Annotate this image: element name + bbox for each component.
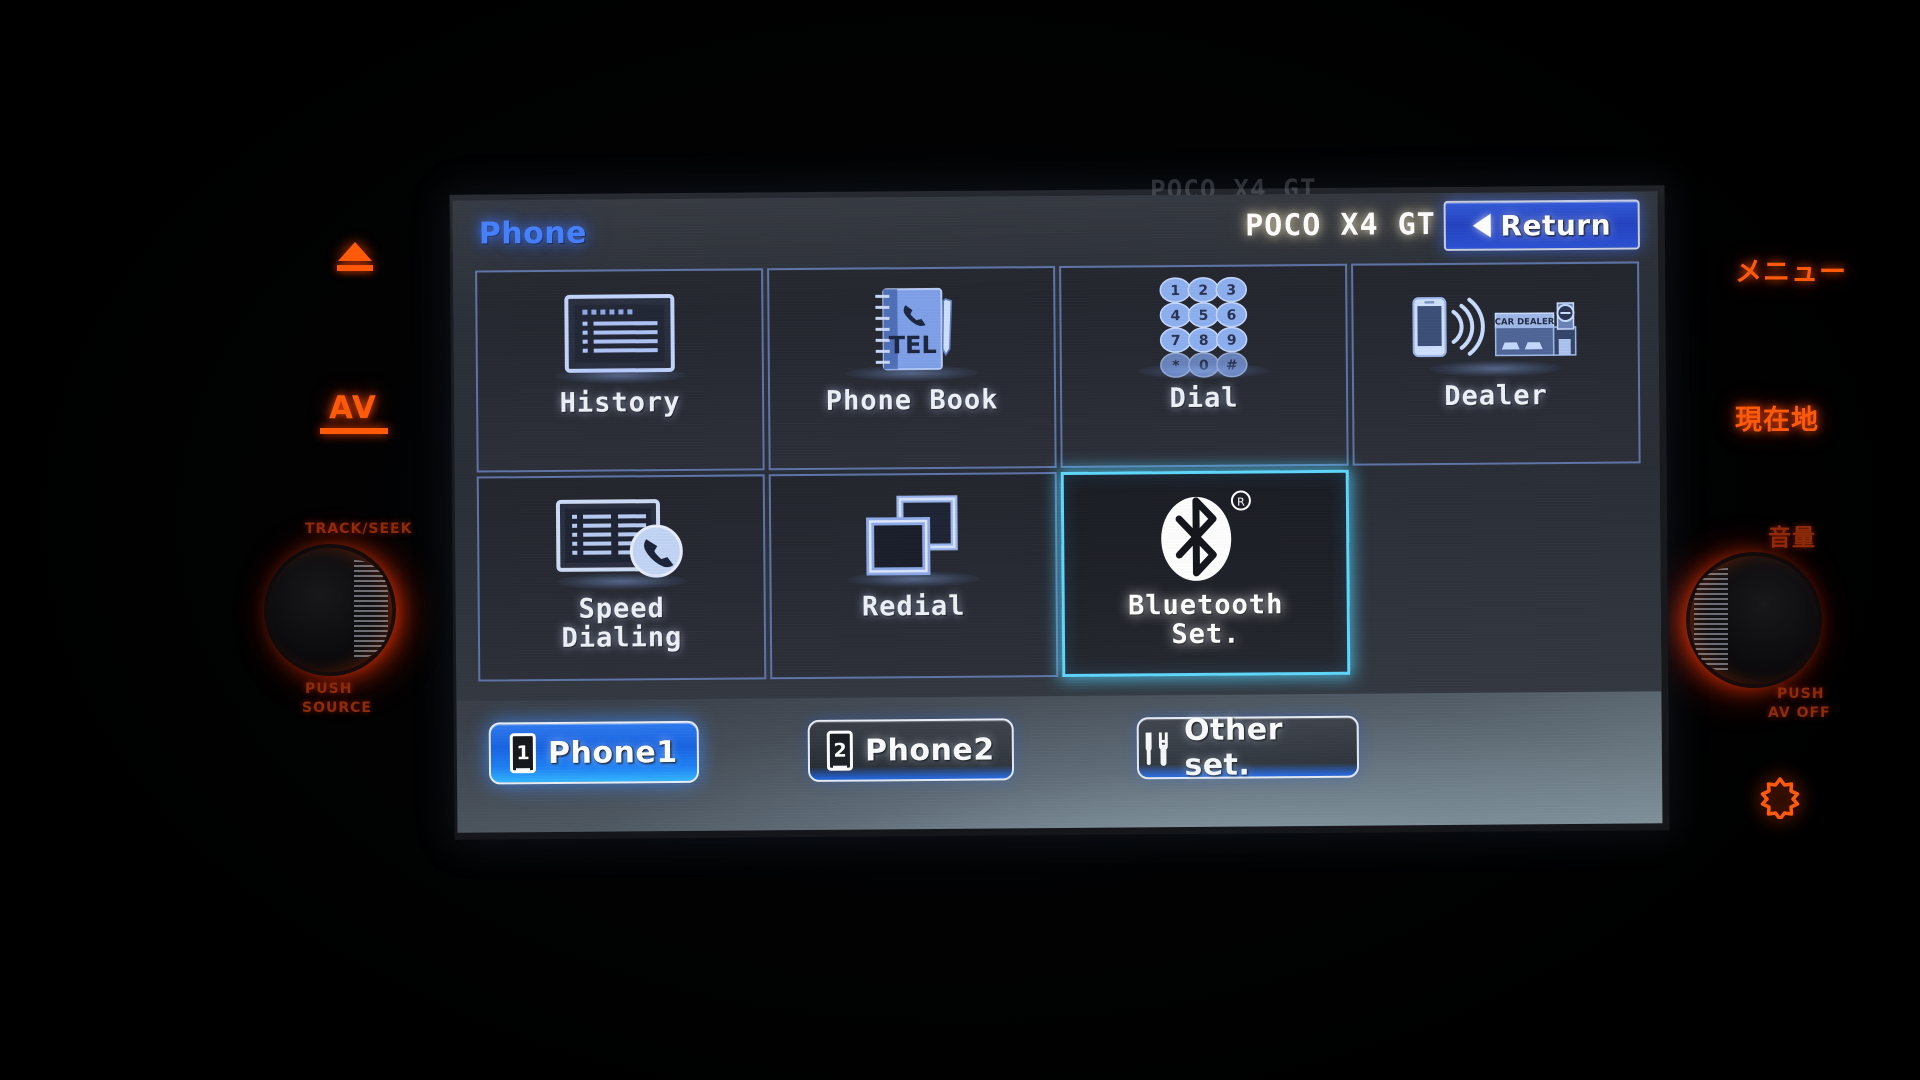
bluetooth-icon: R xyxy=(1064,473,1347,593)
phone1-badge-icon: 1 xyxy=(509,733,537,774)
head-unit-photo: AV TRACK/SEEK PUSH SOURCE メニュー 現在地 音量 PU… xyxy=(0,0,1920,1080)
svg-text:3: 3 xyxy=(1226,283,1236,299)
tile-speed-dialing[interactable]: Speed Dialing xyxy=(476,474,767,682)
svg-text:*: * xyxy=(1172,358,1180,374)
phone2-button[interactable]: 2 Phone2 xyxy=(807,718,1015,782)
svg-text:4: 4 xyxy=(1171,308,1181,324)
phone2-badge-icon: 2 xyxy=(826,730,854,771)
phone1-label: Phone1 xyxy=(547,734,678,771)
push-avoff-label: AV OFF xyxy=(1768,705,1831,721)
speed-dial-icon xyxy=(479,476,764,596)
other-set-label: Other set. xyxy=(1183,712,1284,784)
tile-dial[interactable]: 1 2 3 4 5 6 7 8 9 * 0 # Dial xyxy=(1059,263,1349,468)
push-source-push-label: PUSH xyxy=(305,681,353,697)
connected-device-name: POCO X4 GT xyxy=(1244,207,1436,244)
svg-text:7: 7 xyxy=(1171,333,1181,349)
gear-icon[interactable] xyxy=(1758,775,1802,819)
screen-header: Phone POCO X4 GT Return xyxy=(453,191,1658,266)
eject-triangle xyxy=(338,242,372,261)
svg-text:2: 2 xyxy=(1198,283,1208,299)
tile-phone-book[interactable]: TEL Phone Book xyxy=(767,266,1057,471)
push-avoff-push-label: PUSH xyxy=(1777,686,1825,702)
svg-text:TEL: TEL xyxy=(889,331,937,359)
tile-empty-slot xyxy=(1353,467,1643,674)
svg-text:9: 9 xyxy=(1227,333,1237,349)
return-button-label: Return xyxy=(1500,208,1612,243)
push-source-source-label: SOURCE xyxy=(302,700,372,716)
phone-function-grid: History TEL Phone Book 1 2 3 4 5 6 7 8 9… xyxy=(475,261,1643,682)
svg-text:CAR DEALER: CAR DEALER xyxy=(1495,317,1555,327)
volume-label: 音量 xyxy=(1768,525,1816,551)
tile-history[interactable]: History xyxy=(475,268,765,473)
bluetooth-line2: Set. xyxy=(1171,618,1241,650)
phone1-button[interactable]: 1 Phone1 xyxy=(488,720,700,785)
tools-icon xyxy=(1145,732,1168,766)
svg-text:6: 6 xyxy=(1227,308,1237,324)
lcd-screen: Phone POCO X4 GT Return History TEL Phon… xyxy=(452,191,1663,833)
svg-text:0: 0 xyxy=(1199,358,1209,374)
tile-bluetooth-set[interactable]: R Bluetooth Set. xyxy=(1060,469,1351,677)
redial-frames-icon xyxy=(771,474,1056,594)
current-location-button-label[interactable]: 現在地 xyxy=(1735,398,1819,437)
left-arrow-icon xyxy=(1472,213,1491,238)
history-list-icon xyxy=(477,270,762,390)
return-button[interactable]: Return xyxy=(1443,199,1640,251)
svg-text:#: # xyxy=(1226,358,1238,374)
eject-icon[interactable] xyxy=(336,242,374,276)
tile-label-dealer: Dealer xyxy=(1444,380,1548,412)
volume-knob[interactable] xyxy=(1690,556,1818,684)
car-dealer-icon: CAR DEALER xyxy=(1353,263,1638,383)
track-seek-label: TRACK/SEEK xyxy=(305,521,413,537)
svg-text:5: 5 xyxy=(1199,308,1209,324)
tile-label-history: History xyxy=(559,386,681,419)
svg-text:8: 8 xyxy=(1199,333,1209,349)
other-set-button[interactable]: Other set. xyxy=(1136,712,1360,783)
keypad-icon: 1 2 3 4 5 6 7 8 9 * 0 # xyxy=(1061,266,1346,386)
tile-dealer[interactable]: CAR DEALER Dealer xyxy=(1351,261,1641,466)
eject-bar xyxy=(337,265,373,271)
phone-menu-screen: Phone POCO X4 GT Return History TEL Phon… xyxy=(452,191,1662,701)
menu-button-label[interactable]: メニュー xyxy=(1735,250,1847,289)
svg-text:1: 1 xyxy=(1170,283,1180,299)
track-seek-knob[interactable] xyxy=(268,548,392,672)
tile-redial[interactable]: Redial xyxy=(768,472,1059,680)
tile-label-speed-dialing: Speed Dialing xyxy=(557,593,686,654)
av-button-label[interactable]: AV xyxy=(329,390,377,426)
page-title: Phone xyxy=(478,215,588,252)
tile-label-redial: Redial xyxy=(861,590,966,623)
speed-dialing-line1: Speed xyxy=(578,593,665,625)
bluetooth-line1: Bluetooth xyxy=(1127,589,1284,622)
speed-dialing-line2: Dialing xyxy=(561,621,683,654)
phone2-label: Phone2 xyxy=(864,732,995,769)
tile-label-phone-book: Phone Book xyxy=(825,384,999,417)
screen-bottom-bar: 1 Phone1 2 Phone2 Other set. xyxy=(456,691,1662,832)
tile-label-bluetooth-set: Bluetooth Set. xyxy=(1124,589,1288,650)
tile-label-dial: Dial xyxy=(1169,382,1239,415)
svg-text:R: R xyxy=(1237,496,1245,509)
phonebook-tel-icon: TEL xyxy=(769,268,1054,388)
av-underline xyxy=(320,428,388,434)
